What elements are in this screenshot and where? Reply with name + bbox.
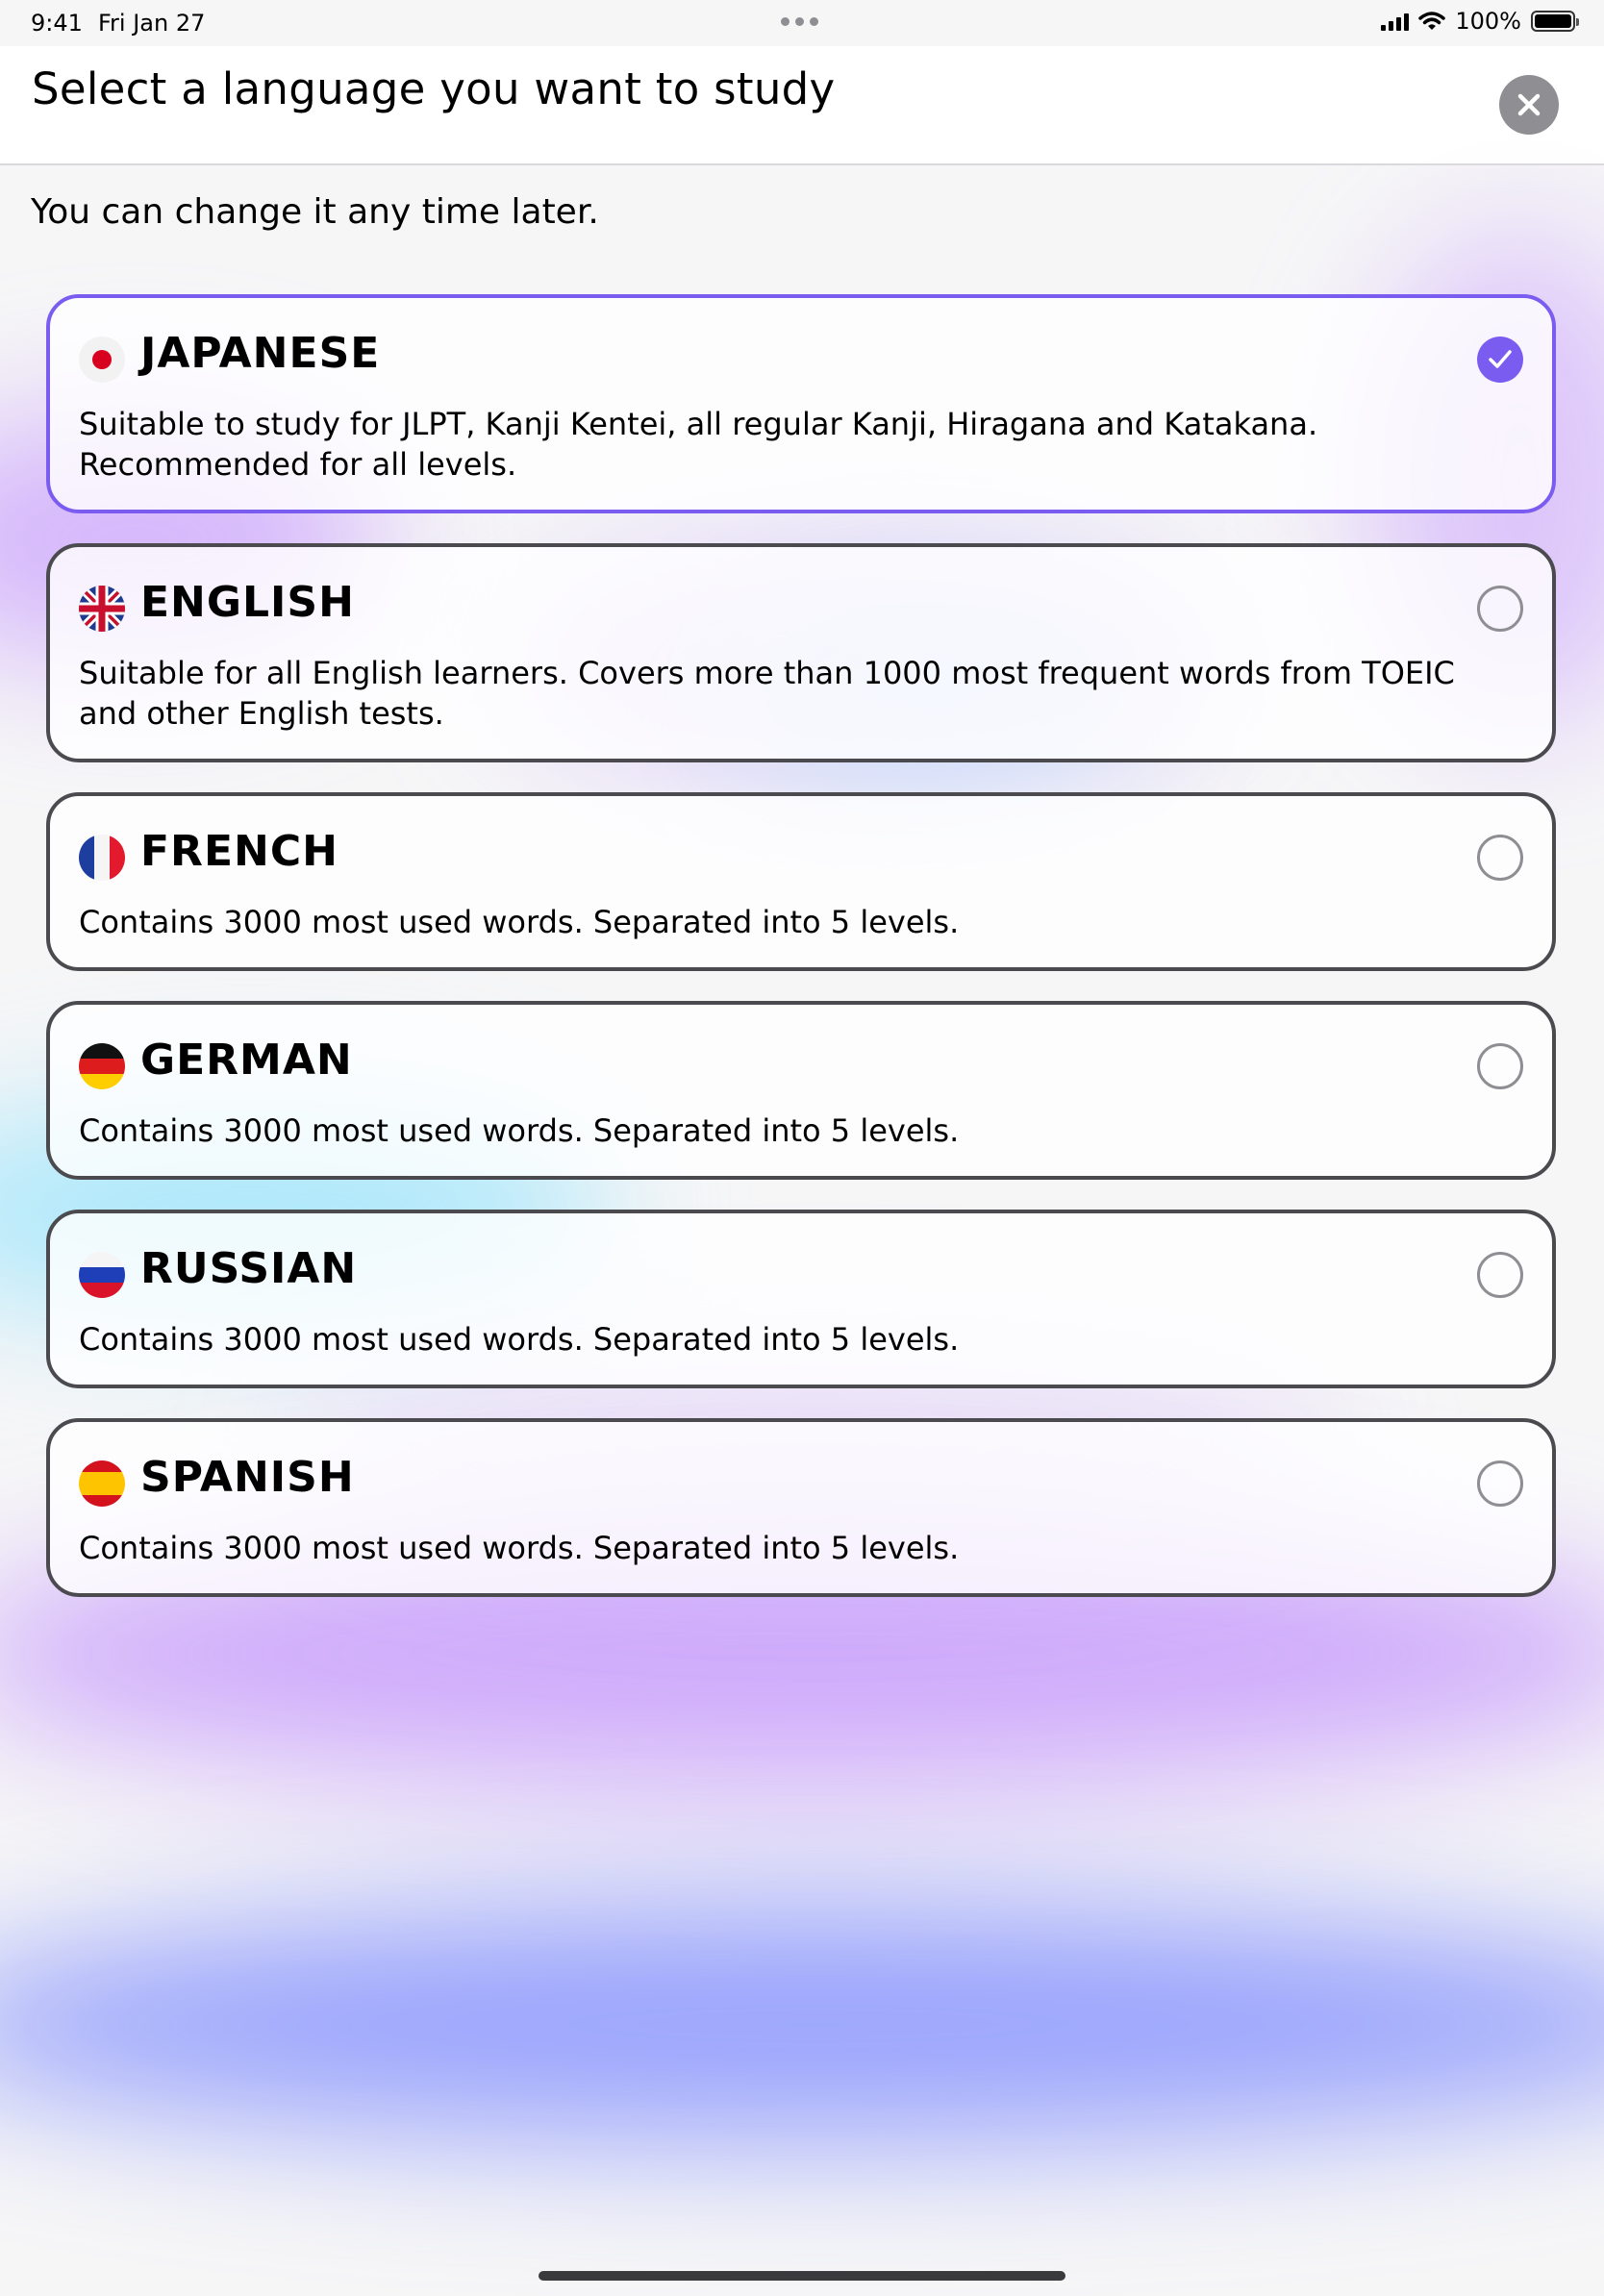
- close-button[interactable]: [1499, 75, 1559, 135]
- language-name: SPANISH: [140, 1453, 355, 1502]
- home-indicator[interactable]: [539, 2271, 1065, 2281]
- language-description: Suitable to study for JLPT, Kanji Kentei…: [79, 406, 1318, 483]
- cellular-signal-icon: [1381, 12, 1410, 31]
- page-title: Select a language you want to study: [32, 63, 836, 114]
- language-name: JAPANESE: [140, 329, 381, 378]
- france-flag-icon: [79, 835, 125, 881]
- language-description: Contains 3000 most used words. Separated…: [79, 1321, 960, 1358]
- status-date: Fri Jan 27: [98, 10, 206, 37]
- close-icon: [1517, 93, 1541, 116]
- radio-unselected-icon[interactable]: [1477, 835, 1523, 881]
- spain-flag-icon: [79, 1460, 125, 1507]
- status-bar: 9:41 Fri Jan 27 100%: [0, 0, 1604, 46]
- checkmark-icon[interactable]: [1477, 337, 1523, 383]
- language-description: Contains 3000 most used words. Separated…: [79, 1530, 960, 1566]
- wifi-icon: [1418, 12, 1446, 30]
- radio-unselected-icon[interactable]: [1477, 586, 1523, 632]
- japan-flag-icon: [79, 337, 125, 383]
- multitasking-dots-icon[interactable]: [781, 17, 818, 26]
- language-card-russian[interactable]: RUSSIAN Contains 3000 most used words. S…: [46, 1210, 1556, 1388]
- language-description: Contains 3000 most used words. Separated…: [79, 904, 960, 940]
- language-description: Contains 3000 most used words. Separated…: [79, 1112, 960, 1149]
- language-name: FRENCH: [140, 827, 338, 876]
- language-name: ENGLISH: [140, 578, 355, 627]
- language-card-french[interactable]: FRENCH Contains 3000 most used words. Se…: [46, 792, 1556, 971]
- germany-flag-icon: [79, 1043, 125, 1089]
- language-name: GERMAN: [140, 1036, 353, 1085]
- battery-percent: 100%: [1455, 8, 1521, 35]
- battery-icon: [1531, 11, 1579, 32]
- language-card-english[interactable]: ENGLISH Suitable for all English learner…: [46, 543, 1556, 762]
- modal-header: Select a language you want to study: [0, 46, 1604, 165]
- uk-flag-icon: [79, 586, 125, 632]
- radio-unselected-icon[interactable]: [1477, 1043, 1523, 1089]
- radio-unselected-icon[interactable]: [1477, 1460, 1523, 1507]
- russia-flag-icon: [79, 1252, 125, 1298]
- radio-unselected-icon[interactable]: [1477, 1252, 1523, 1298]
- language-card-japanese[interactable]: JAPANESE Suitable to study for JLPT, Kan…: [46, 294, 1556, 513]
- status-time: 9:41: [31, 10, 83, 37]
- language-name: RUSSIAN: [140, 1244, 358, 1293]
- language-description: Suitable for all English learners. Cover…: [79, 655, 1455, 732]
- language-card-german[interactable]: GERMAN Contains 3000 most used words. Se…: [46, 1001, 1556, 1180]
- language-card-spanish[interactable]: SPANISH Contains 3000 most used words. S…: [46, 1418, 1556, 1597]
- subtitle: You can change it any time later.: [31, 192, 599, 232]
